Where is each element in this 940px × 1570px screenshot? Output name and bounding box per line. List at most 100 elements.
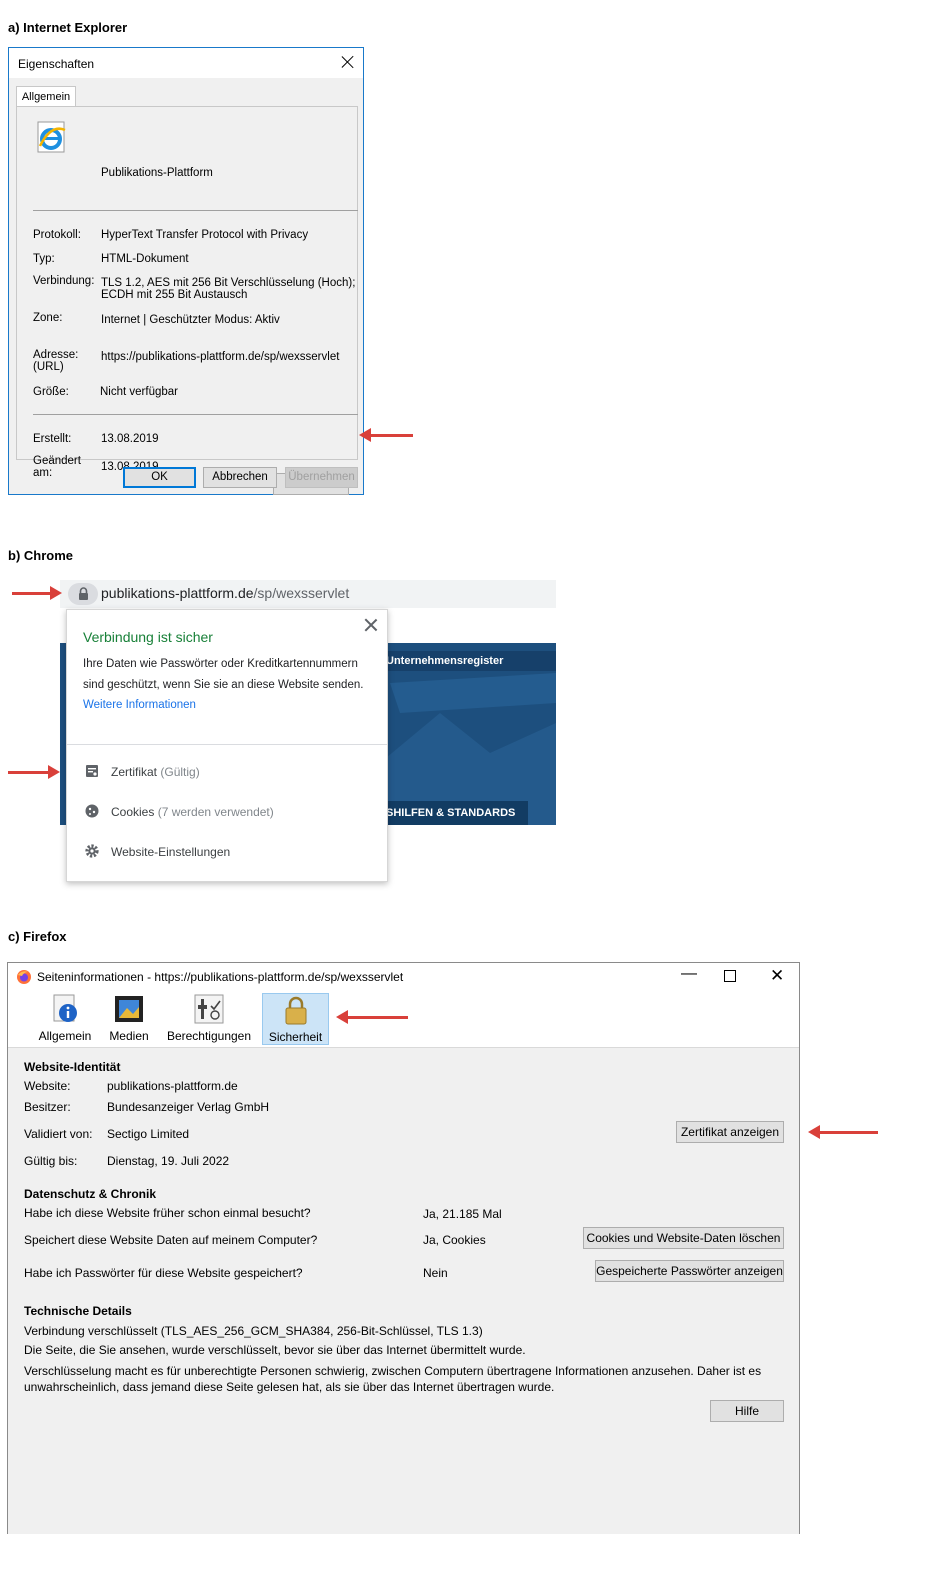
encryption-note: Die Seite, die Sie ansehen, wurde versch… (24, 1343, 526, 1357)
size-value: Nicht verfügbar (100, 386, 178, 398)
popup-text-line2: sind geschützt, wenn Sie sie an diese We… (83, 679, 364, 691)
cookie-icon (85, 804, 99, 818)
maximize-icon[interactable] (724, 970, 736, 982)
verified-by-label: Validiert von: (24, 1127, 93, 1141)
page-info-toolbar: Allgemein Medien Berechtigungen Sicherhe… (8, 991, 799, 1048)
type-value: HTML-Dokument (101, 253, 189, 265)
ie-titlebar: Eigenschaften (9, 48, 363, 78)
created-value: 13.08.2019 (101, 433, 159, 445)
connection-label: Verbindung: (33, 275, 95, 287)
url-host: publikations-plattform.de (101, 585, 254, 601)
gear-icon (85, 844, 99, 858)
valid-until-value: Dienstag, 19. Juli 2022 (107, 1154, 230, 1168)
show-passwords-button[interactable]: Gespeicherte Passwörter anzeigen (595, 1260, 784, 1282)
stores-data-question: Speichert diese Website Daten auf meinem… (24, 1233, 318, 1247)
clear-cookies-button[interactable]: Cookies und Website-Daten löschen (583, 1227, 784, 1249)
more-info-link[interactable]: Weitere Informationen (83, 699, 196, 711)
visited-answer: Ja, 21.185 Mal (423, 1207, 502, 1221)
lock-icon (79, 587, 88, 600)
tab-general[interactable]: Allgemein (34, 993, 96, 1045)
red-arrow-icon (8, 765, 60, 779)
identity-heading: Website-Identität (24, 1060, 121, 1074)
show-certificate-button[interactable]: Zertifikat anzeigen (676, 1121, 784, 1143)
padlock-icon (285, 996, 306, 1025)
website-value: publikations-plattform.de (107, 1079, 238, 1093)
internet-explorer-icon (37, 121, 66, 153)
chrome-url[interactable]: publikations-plattform.de/sp/wexsservlet (101, 585, 349, 601)
certificate-label: Zertifikat (111, 765, 158, 779)
page-banner: Unternehmensregister (380, 651, 556, 671)
created-label: Erstellt: (33, 433, 72, 445)
media-icon (115, 996, 143, 1022)
privacy-heading: Datenschutz & Chronik (24, 1187, 157, 1201)
ok-button[interactable]: OK (123, 467, 196, 488)
website-label: Website: (24, 1079, 71, 1093)
close-icon[interactable] (364, 618, 378, 632)
section-title-firefox: c) Firefox (8, 929, 67, 944)
certificate-icon (86, 765, 98, 777)
tab-general-label: Allgemein (38, 1029, 92, 1043)
tab-security[interactable]: Sicherheit (262, 993, 329, 1045)
stores-data-answer: Ja, Cookies (423, 1233, 486, 1247)
divider (33, 210, 358, 211)
divider (67, 744, 387, 745)
popup-title: Verbindung ist sicher (83, 629, 213, 645)
certificate-item[interactable]: Zertifikat (Gültig) (85, 761, 200, 783)
info-icon (53, 994, 77, 1022)
tab-general[interactable]: Allgemein (16, 86, 76, 107)
cookies-label: Cookies (111, 805, 155, 819)
ie-properties-dialog: Eigenschaften Allgemein Publikations-Pla… (8, 47, 364, 495)
red-arrow-icon (808, 1125, 878, 1139)
encryption-explanation-line1: Verschlüsselung macht es für unberechtig… (24, 1364, 762, 1378)
zone-value: Internet | Geschützter Modus: Aktiv (101, 314, 280, 326)
address-value: https://publikations-plattform.de/sp/wex… (101, 351, 340, 363)
close-icon[interactable]: ✕ (770, 966, 784, 986)
tab-permissions[interactable]: Berechtigungen (163, 993, 255, 1045)
page-nav-item[interactable]: SHILFEN & STANDARDS (380, 801, 528, 825)
valid-until-label: Gültig bis: (24, 1154, 78, 1168)
site-settings-item[interactable]: Website-Einstellungen (85, 841, 230, 863)
verified-by-value: Sectigo Limited (107, 1127, 190, 1141)
url-path: /sp/wexsservlet (253, 585, 350, 601)
zone-label: Zone: (33, 312, 63, 324)
section-title-ie: a) Internet Explorer (8, 20, 128, 35)
size-label: Größe: (33, 386, 69, 398)
popup-text-line1: Ihre Daten wie Passwörter oder Kreditkar… (83, 658, 358, 670)
site-info-button[interactable] (68, 583, 98, 605)
connection-value-line2: ECDH mit 255 Bit Austausch (101, 289, 248, 301)
encryption-explanation-line2: unwahrscheinlich, dass jemand diese Seit… (24, 1380, 555, 1394)
modified-label: Geändert (33, 455, 81, 467)
address-label: Adresse: (33, 349, 79, 361)
technical-heading: Technische Details (24, 1304, 132, 1318)
firefox-titlebar: Seiteninformationen - https://publikatio… (8, 963, 799, 991)
passwords-answer: Nein (423, 1266, 448, 1280)
certificate-status: (Gültig) (160, 765, 200, 779)
encryption-details: Verbindung verschlüsselt (TLS_AES_256_GC… (24, 1324, 483, 1338)
type-label: Typ: (33, 253, 55, 265)
modified-label-line2: am: (33, 467, 53, 479)
divider (33, 414, 358, 415)
red-arrow-icon (12, 586, 62, 600)
protocol-value: HyperText Transfer Protocol with Privacy (101, 229, 309, 241)
owner-value: Bundesanzeiger Verlag GmbH (107, 1100, 270, 1114)
firefox-page-info-window: Seiteninformationen - https://publikatio… (7, 962, 800, 1534)
cookies-item[interactable]: Cookies (7 werden verwendet) (85, 801, 274, 823)
cancel-button[interactable]: Abbrechen (203, 467, 277, 488)
ie-general-panel: Publikations-Plattform Protokoll: HyperT… (16, 106, 358, 495)
site-settings-label: Website-Einstellungen (111, 845, 231, 859)
connection-info-popup: Verbindung ist sicher Ihre Daten wie Pas… (66, 609, 388, 882)
help-button[interactable]: Hilfe (710, 1400, 784, 1422)
close-icon[interactable] (341, 55, 355, 69)
owner-label: Besitzer: (24, 1100, 71, 1114)
tab-permissions-label: Berechtigungen (166, 1029, 252, 1043)
section-title-chrome: b) Chrome (8, 548, 73, 563)
connection-value: TLS 1.2, AES mit 256 Bit Verschlüsselung… (101, 277, 356, 289)
tab-media[interactable]: Medien (106, 993, 152, 1045)
red-arrow-icon (359, 428, 413, 442)
visited-question: Habe ich diese Website früher schon einm… (24, 1206, 311, 1220)
tab-media-label: Medien (109, 1029, 149, 1043)
passwords-question: Habe ich Passwörter für diese Website ge… (24, 1266, 303, 1280)
minimize-icon[interactable]: — (681, 965, 697, 983)
protocol-label: Protokoll: (33, 229, 81, 241)
ie-dialog-title: Eigenschaften (18, 57, 95, 71)
